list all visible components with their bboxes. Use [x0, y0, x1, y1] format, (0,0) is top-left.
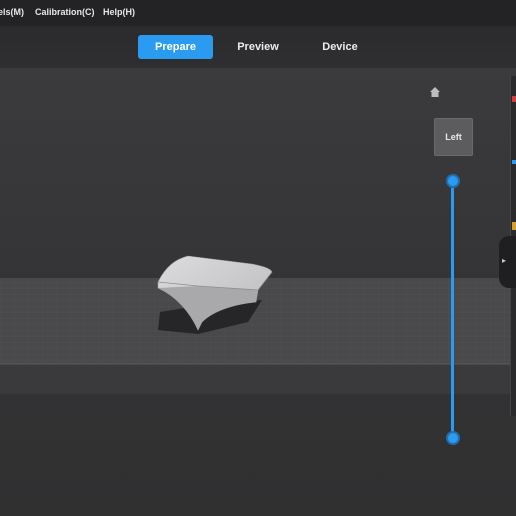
tab-device[interactable]: Device: [311, 35, 369, 59]
top-navigation: Prepare Preview Device: [0, 26, 516, 68]
menu-bar: els(M) Calibration(C) Help(H): [0, 0, 516, 26]
3d-viewport[interactable]: Left: [0, 68, 516, 516]
layer-slider-bottom-handle[interactable]: [446, 431, 460, 445]
menu-calibration[interactable]: Calibration(C): [35, 7, 95, 17]
chevron-right-icon: ▸: [502, 256, 507, 265]
view-cube[interactable]: Left: [434, 118, 473, 156]
panel-indicator-yellow: [512, 222, 516, 230]
layer-slider-top-handle[interactable]: [446, 174, 460, 188]
tab-prepare[interactable]: Prepare: [138, 35, 213, 59]
panel-indicator-red: [512, 96, 516, 102]
panel-collapse-button[interactable]: ▸: [499, 236, 516, 288]
panel-indicator-blue: [512, 160, 516, 164]
menu-help[interactable]: Help(H): [103, 7, 135, 17]
tab-preview[interactable]: Preview: [226, 35, 290, 59]
build-plate-edge: [0, 364, 516, 394]
home-icon[interactable]: [429, 86, 441, 98]
menu-models[interactable]: els(M): [0, 7, 24, 17]
layer-slider-track[interactable]: [451, 181, 454, 439]
